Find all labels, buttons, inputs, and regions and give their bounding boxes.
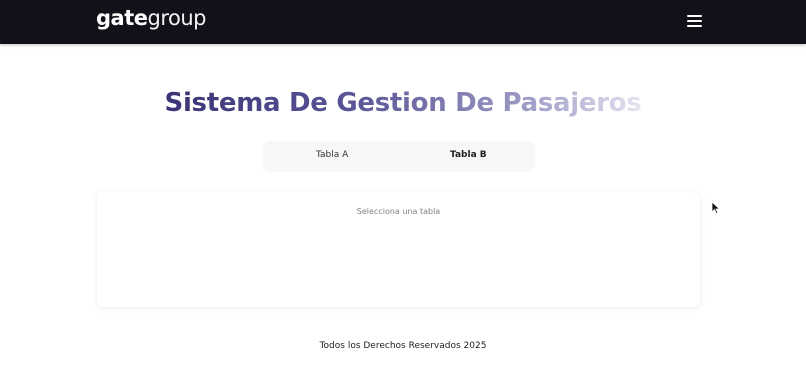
mouse-cursor-icon [711,201,721,215]
footer-text: Todos los Derechos Reservados 2025 [319,341,487,351]
menu-line [687,15,702,17]
table-content-card: Selecciona una tabla [97,192,700,307]
logo-text-bold: gate [96,6,148,30]
top-navbar: gategroup [0,0,806,44]
empty-state-message: Selecciona una tabla [356,207,441,216]
tab-tabla-b[interactable]: Tabla B [450,141,487,170]
table-tabs: Tabla A Tabla B [264,141,534,170]
menu-line [687,25,702,27]
page-title-text: Sistema De Gestion De Pasajeros [164,88,642,118]
menu-line [687,20,702,22]
gategroup-logo[interactable]: gategroup [96,4,206,32]
hamburger-menu-icon[interactable] [685,12,705,30]
logo-text-light: group [147,6,206,30]
page-title: Sistema De Gestion De Pasajeros [0,86,806,120]
tab-tabla-a[interactable]: Tabla A [316,141,348,170]
